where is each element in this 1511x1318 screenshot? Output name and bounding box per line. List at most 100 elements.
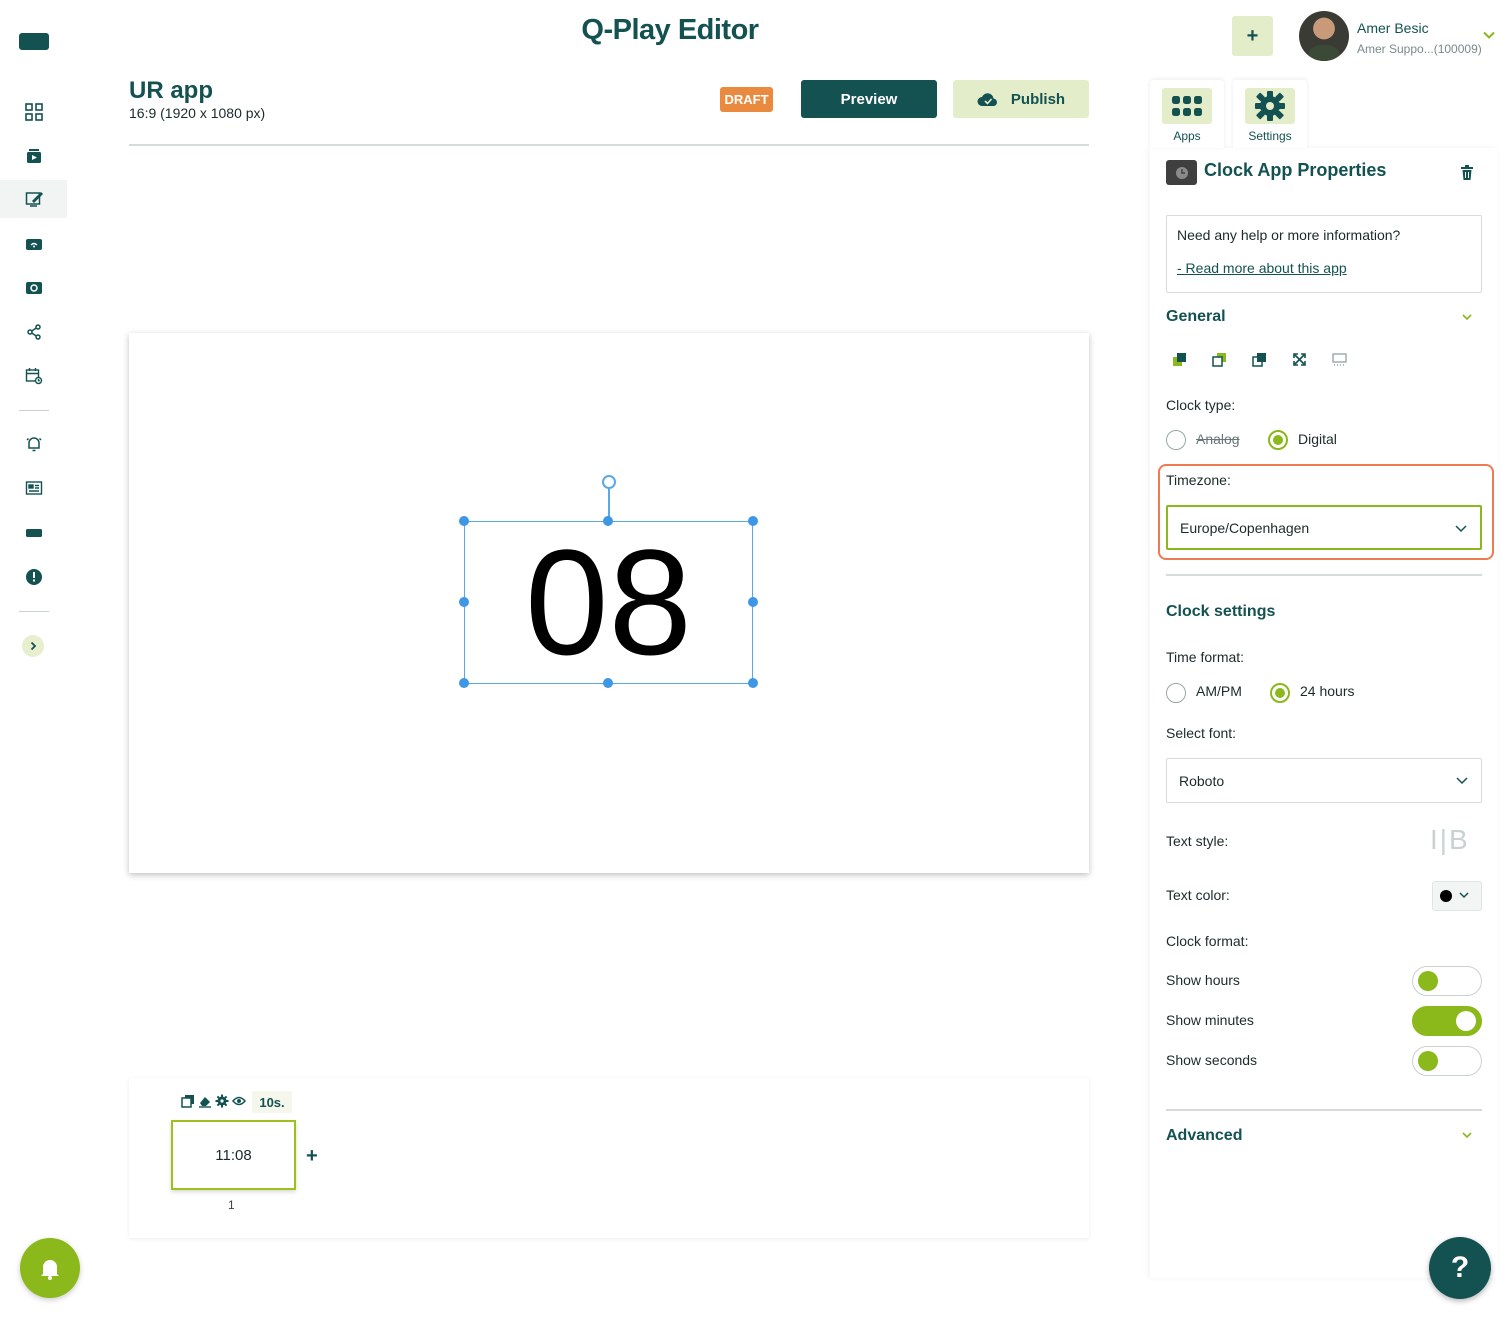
resize-handle-right[interactable] (748, 597, 758, 607)
slide-number: 1 (228, 1198, 235, 1212)
publish-label: Publish (1010, 90, 1066, 108)
schedule-icon[interactable] (0, 357, 67, 395)
radio-digital[interactable] (1268, 430, 1288, 450)
chevron-down-icon[interactable] (1461, 311, 1473, 323)
resize-handle-bottom-left[interactable] (459, 678, 469, 688)
user-name[interactable]: Amer Besic (1357, 20, 1429, 36)
divider (1166, 1109, 1482, 1111)
publish-button[interactable]: Publish (953, 80, 1089, 118)
notifications-button[interactable] (20, 1238, 80, 1298)
bell-icon (41, 1260, 59, 1280)
bring-forward-icon[interactable] (1172, 352, 1187, 367)
section-general-title[interactable]: General (1166, 308, 1226, 326)
duplicate-icon[interactable] (181, 1094, 195, 1108)
cloud-upload-icon (977, 93, 997, 106)
time-format-label: Time format: (1166, 649, 1245, 665)
panel-title: Clock App Properties (1204, 160, 1387, 180)
font-select[interactable]: Roboto (1166, 758, 1482, 803)
news-icon[interactable] (0, 469, 67, 507)
resize-handle-bottom[interactable] (603, 678, 613, 688)
read-more-link[interactable]: - Read more about this app (1177, 260, 1347, 276)
show-minutes-toggle[interactable] (1412, 1006, 1482, 1036)
slide-thumbnail-label: 11:08 (215, 1146, 252, 1164)
bring-to-front-icon[interactable] (1252, 352, 1267, 367)
rotate-handle[interactable] (602, 475, 616, 489)
display-icon[interactable] (0, 514, 67, 552)
screens-icon[interactable] (0, 225, 67, 263)
chevron-down-icon (1459, 892, 1469, 899)
alerts-icon[interactable] (0, 425, 67, 463)
radio-24-hours-label[interactable]: 24 hours (1300, 683, 1354, 699)
gear-icon (1245, 88, 1295, 124)
radio-analog[interactable] (1166, 430, 1186, 450)
tab-apps[interactable]: Apps (1150, 80, 1224, 148)
color-swatch (1440, 890, 1452, 902)
slide-toolbar (181, 1094, 246, 1108)
user-account[interactable]: Amer Suppo...(100009) (1357, 42, 1482, 56)
logo-icon[interactable] (19, 33, 49, 50)
text-style-label: Text style: (1166, 833, 1229, 849)
text-style-buttons[interactable]: I|B (1430, 824, 1470, 856)
timezone-select[interactable]: Europe/Copenhagen (1166, 505, 1482, 550)
chevron-down-icon[interactable] (1482, 28, 1496, 42)
preview-button[interactable]: Preview (801, 80, 937, 118)
resize-handle-bottom-right[interactable] (748, 678, 758, 688)
selection-box[interactable] (464, 521, 753, 684)
warning-icon[interactable] (0, 558, 67, 596)
show-seconds-toggle[interactable] (1412, 1046, 1482, 1076)
media-icon[interactable] (0, 137, 67, 175)
slide-duration[interactable]: 10s. (252, 1091, 292, 1113)
show-seconds-label: Show seconds (1166, 1052, 1258, 1068)
send-backward-icon[interactable] (1212, 352, 1227, 367)
help-button[interactable]: ? (1429, 1237, 1491, 1299)
screen-size-icon[interactable] (1332, 352, 1347, 367)
apps-grid-icon (1162, 88, 1212, 124)
radio-digital-label[interactable]: Digital (1298, 431, 1337, 447)
tab-apps-label: Apps (1173, 129, 1201, 143)
select-font-label: Select font: (1166, 725, 1237, 741)
toggle-knob (1418, 1051, 1438, 1071)
trash-icon[interactable] (1460, 165, 1474, 181)
chevron-down-icon[interactable] (1461, 1129, 1473, 1141)
gear-icon[interactable] (215, 1094, 229, 1108)
add-button[interactable]: + (1232, 16, 1273, 56)
app-title: Q-Play Editor (581, 14, 759, 46)
editor-icon[interactable] (0, 180, 67, 218)
layer-tools (1172, 352, 1347, 367)
playlist-icon[interactable] (0, 269, 67, 307)
resize-handle-top-left[interactable] (459, 516, 469, 526)
project-title: UR app (129, 77, 213, 104)
resize-handle-left[interactable] (459, 597, 469, 607)
status-badge: DRAFT (720, 87, 773, 112)
eraser-icon[interactable] (198, 1094, 212, 1108)
text-color-label: Text color: (1166, 887, 1230, 903)
expand-sidebar-icon[interactable] (22, 635, 44, 657)
share-icon[interactable] (0, 313, 67, 351)
radio-analog-label[interactable]: Analog (1196, 431, 1240, 447)
divider (19, 410, 49, 411)
fullscreen-icon[interactable] (1292, 352, 1307, 367)
slide-thumbnail[interactable]: 11:08 (171, 1120, 296, 1190)
radio-ampm[interactable] (1166, 683, 1186, 703)
left-sidebar (0, 0, 67, 1318)
radio-24-hours[interactable] (1270, 683, 1290, 703)
section-clock-settings-title: Clock settings (1166, 603, 1276, 620)
tab-settings-label: Settings (1248, 129, 1292, 143)
project-resolution: 16:9 (1920 x 1080 px) (129, 105, 266, 121)
add-slide-button[interactable]: + (306, 1145, 318, 1168)
resize-handle-top[interactable] (603, 516, 613, 526)
clock-format-label: Clock format: (1166, 933, 1249, 949)
preview-label: Preview (840, 90, 898, 108)
section-advanced-title[interactable]: Advanced (1166, 1127, 1242, 1145)
toggle-knob (1456, 1011, 1476, 1031)
resize-handle-top-right[interactable] (748, 516, 758, 526)
tab-settings[interactable]: Settings (1233, 80, 1307, 148)
eye-icon[interactable] (232, 1094, 246, 1108)
avatar[interactable] (1299, 11, 1349, 61)
show-hours-label: Show hours (1166, 972, 1240, 988)
show-hours-toggle[interactable] (1412, 966, 1482, 996)
toggle-knob (1418, 971, 1438, 991)
radio-ampm-label[interactable]: AM/PM (1196, 683, 1242, 699)
dashboard-icon[interactable] (0, 93, 67, 131)
chevron-down-icon (1455, 525, 1467, 533)
